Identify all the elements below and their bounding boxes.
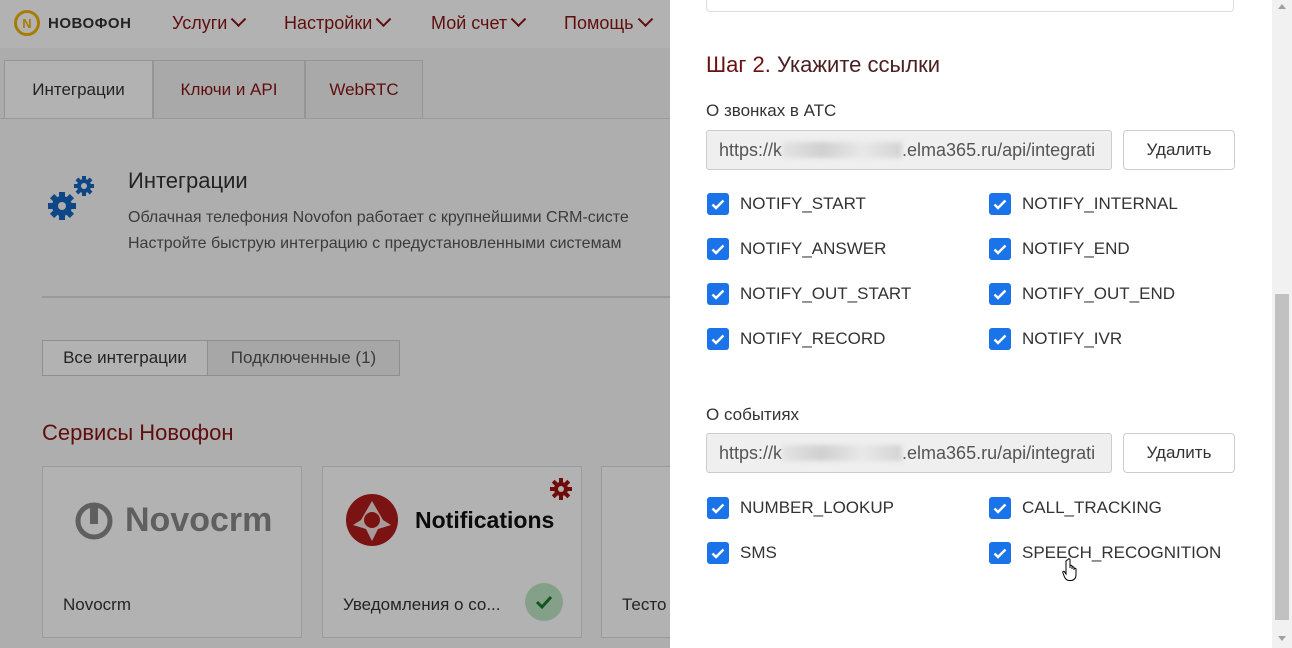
checkbox-label: NOTIFY_END bbox=[1022, 239, 1130, 258]
checkbox-notify-answer[interactable]: NOTIFY_ANSWER bbox=[707, 238, 886, 260]
checkbox-checked-icon bbox=[707, 283, 729, 305]
checkbox-label: SPEECH_RECOGNITION bbox=[1022, 543, 1222, 562]
previous-field bbox=[706, 0, 1234, 12]
scroll-up-arrow-icon[interactable] bbox=[1278, 4, 1286, 9]
checkbox-sms[interactable]: SMS bbox=[707, 542, 777, 564]
events-group-label: О событиях bbox=[706, 405, 800, 424]
scroll-down-arrow-icon[interactable] bbox=[1278, 636, 1286, 641]
scrollbar-thumb[interactable] bbox=[1275, 294, 1289, 620]
events-url-input[interactable]: https://k .elma365.ru/api/integrati bbox=[706, 433, 1112, 473]
checkbox-notify-record[interactable]: NOTIFY_RECORD bbox=[707, 328, 885, 350]
step-title: Шаг 2. Укажите ссылки bbox=[706, 52, 940, 78]
url-text-start: https://k bbox=[719, 139, 783, 160]
url-text-start: https://k bbox=[719, 442, 783, 463]
checkbox-call-tracking[interactable]: CALL_TRACKING bbox=[989, 497, 1162, 519]
checkbox-label: NOTIFY_RECORD bbox=[740, 329, 886, 348]
checkbox-checked-icon bbox=[707, 497, 729, 519]
url-text-end: .elma365.ru/api/integrati bbox=[902, 442, 1096, 463]
checkbox-checked-icon bbox=[707, 542, 729, 564]
checkbox-label: NOTIFY_OUT_START bbox=[740, 284, 912, 303]
checkbox-checked-icon bbox=[989, 238, 1011, 260]
checkbox-number-lookup[interactable]: NUMBER_LOOKUP bbox=[707, 497, 894, 519]
checkbox-checked-icon bbox=[989, 193, 1011, 215]
modal-overlay[interactable] bbox=[0, 0, 670, 648]
checkbox-notify-internal[interactable]: NOTIFY_INTERNAL bbox=[989, 193, 1178, 215]
checkbox-notify-end[interactable]: NOTIFY_END bbox=[989, 238, 1130, 260]
checkbox-label: NOTIFY_ANSWER bbox=[740, 239, 887, 258]
checkbox-label: NUMBER_LOOKUP bbox=[740, 498, 894, 517]
checkbox-label: NOTIFY_INTERNAL bbox=[1022, 194, 1178, 213]
calls-url-input[interactable]: https://k .elma365.ru/api/integrati bbox=[706, 130, 1112, 170]
url-redacted bbox=[782, 142, 903, 158]
checkbox-label: NOTIFY_IVR bbox=[1022, 329, 1123, 348]
checkbox-notify-out-end[interactable]: NOTIFY_OUT_END bbox=[989, 283, 1175, 305]
checkbox-label: CALL_TRACKING bbox=[1022, 498, 1162, 517]
checkbox-notify-out-start[interactable]: NOTIFY_OUT_START bbox=[707, 283, 911, 305]
calls-group-label: О звонках в АТС bbox=[706, 101, 837, 120]
checkbox-checked-icon bbox=[989, 497, 1011, 519]
checkbox-checked-icon bbox=[989, 283, 1011, 305]
panel-scrollbar[interactable] bbox=[1272, 0, 1292, 648]
checkbox-checked-icon bbox=[989, 328, 1011, 350]
checkbox-speech-recognition[interactable]: SPEECH_RECOGNITION bbox=[989, 542, 1221, 564]
checkbox-label: SMS bbox=[740, 543, 777, 562]
integration-settings-panel: Шаг 2. Укажите ссылки О звонках в АТС ht… bbox=[670, 0, 1272, 648]
checkbox-checked-icon bbox=[707, 238, 729, 260]
checkbox-notify-start[interactable]: NOTIFY_START bbox=[707, 193, 866, 215]
step-text: Укажите ссылки bbox=[770, 52, 941, 77]
checkbox-checked-icon bbox=[707, 328, 729, 350]
checkbox-checked-icon bbox=[707, 193, 729, 215]
events-delete-button[interactable]: Удалить bbox=[1123, 433, 1235, 473]
hand-pointer-cursor-icon bbox=[1062, 558, 1080, 587]
checkbox-label: NOTIFY_START bbox=[740, 194, 866, 213]
url-redacted bbox=[782, 445, 903, 461]
step-number: Шаг 2. bbox=[706, 52, 771, 77]
calls-delete-button[interactable]: Удалить bbox=[1123, 130, 1235, 170]
url-text-end: .elma365.ru/api/integrati bbox=[902, 139, 1096, 160]
checkbox-label: NOTIFY_OUT_END bbox=[1022, 284, 1176, 303]
checkbox-checked-icon bbox=[989, 542, 1011, 564]
checkbox-notify-ivr[interactable]: NOTIFY_IVR bbox=[989, 328, 1122, 350]
